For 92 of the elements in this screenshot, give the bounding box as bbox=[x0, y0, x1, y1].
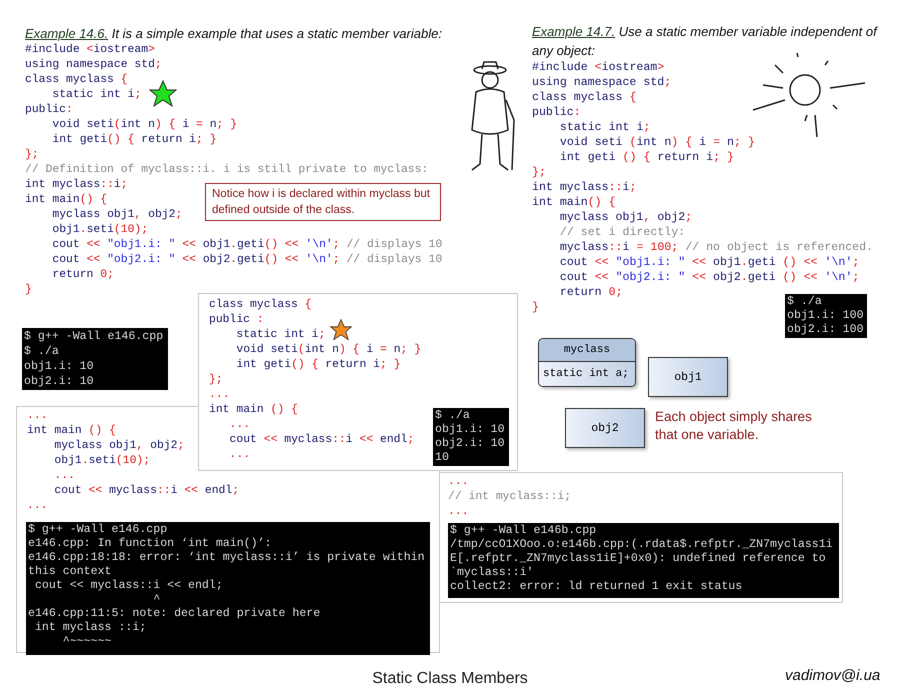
code-line: } bbox=[532, 300, 539, 315]
terminal-line: $ g++ -Wall e146b.cpp bbox=[450, 524, 596, 538]
terminal-line: e146.cpp:18:18: error: ‘int myclass::i’ is private within bbox=[28, 551, 425, 565]
code-line: cout << "obj2.i: " << obj2.geti () << '\n'; bbox=[558, 270, 860, 285]
code-line: return 0; bbox=[51, 268, 114, 283]
terminal-line: `myclass::i' bbox=[450, 566, 534, 580]
code-line: obj1.seti(10); bbox=[53, 454, 150, 469]
code-line: ... bbox=[27, 409, 48, 424]
terminal-line: $ ./a bbox=[787, 295, 822, 309]
terminal-line: obj2.i: 10 bbox=[435, 437, 505, 451]
author-email: vadimov@i.ua bbox=[785, 667, 880, 684]
code-line: cout << myclass::i << endl; bbox=[228, 433, 414, 448]
terminal-line: e146.cpp:11:5: note: declared private here bbox=[28, 607, 320, 621]
code-line: using namespace std; bbox=[532, 75, 672, 90]
code-line: void seti(int n) { i = n; } bbox=[51, 118, 238, 133]
terminal-line: $ g++ -Wall e146.cpp bbox=[28, 523, 168, 537]
code-line: static int i; bbox=[51, 88, 142, 103]
code-line: }; bbox=[25, 148, 39, 163]
code-line: myclass obj1, obj2; bbox=[51, 208, 182, 223]
code-line: int main() { bbox=[25, 193, 108, 208]
code-line: static int i; bbox=[558, 120, 650, 135]
terminal-line: obj1.i: 100 bbox=[787, 309, 864, 323]
star-icon bbox=[329, 318, 353, 342]
code-line: myclass obj1, obj2; bbox=[558, 210, 692, 225]
note-text: Notice how i is declared within myclass but defined outside of the class. bbox=[205, 183, 441, 221]
code-line: int main () { bbox=[209, 403, 298, 418]
code-line: ... bbox=[448, 505, 469, 520]
example-heading: Example 14.6. It is a simple example that uses a static member variable: bbox=[25, 25, 443, 43]
code-line: class myclass { bbox=[25, 73, 128, 88]
code-line: ... bbox=[27, 499, 48, 514]
code-line: ... bbox=[53, 469, 75, 484]
terminal-line: int myclass ::i; bbox=[34, 621, 146, 635]
code-line: public: bbox=[25, 103, 73, 118]
object-box: obj2 bbox=[565, 408, 645, 448]
terminal-line: ^ bbox=[152, 593, 160, 607]
code-line: #include <iostream> bbox=[25, 43, 155, 58]
diagram-caption: Each object simply shares that one variable. bbox=[655, 408, 813, 444]
code-line: }; bbox=[532, 165, 546, 180]
terminal-line: cout << myclass::i << endl; bbox=[34, 579, 223, 593]
code-line: obj1.seti(10); bbox=[51, 223, 148, 238]
class-member: static int a; bbox=[539, 362, 635, 386]
code-line: myclass::i = 100; // no object is referenced. bbox=[558, 240, 874, 255]
star-icon bbox=[148, 79, 178, 109]
code-line: cout << "obj1.i: " << obj1.geti () << '\n'; bbox=[558, 255, 860, 270]
code-line: using namespace std; bbox=[25, 58, 162, 73]
code-line: class myclass { bbox=[532, 90, 636, 105]
terminal-line: /tmp/ccO1XOoo.o:e146b.cpp:(.rdata$.refptr._ZN7myclass1i bbox=[450, 538, 833, 552]
code-line: ... bbox=[209, 388, 230, 403]
code-line: public: bbox=[532, 105, 581, 120]
code-line: int main() { bbox=[532, 195, 616, 210]
code-line: #include <iostream> bbox=[532, 60, 664, 75]
terminal-line: obj2.i: 10 bbox=[24, 374, 94, 389]
terminal-line: E[.refptr._ZN7myclass1iE]+0x0): undefined reference to bbox=[450, 552, 826, 566]
class-name: myclass bbox=[539, 339, 635, 362]
code-line: int myclass::i; bbox=[25, 178, 128, 193]
code-line: // set i directly: bbox=[558, 225, 686, 240]
terminal-line: e146.cpp: In function ‘int main()’: bbox=[28, 537, 272, 551]
code-line: myclass obj1, obj2; bbox=[53, 439, 184, 454]
terminal-line: obj1.i: 10 bbox=[24, 359, 94, 374]
code-line: public : bbox=[209, 313, 264, 328]
code-line: return 0; bbox=[558, 285, 623, 300]
terminal-line: obj1.i: 10 bbox=[435, 423, 505, 437]
code-line: }; bbox=[209, 373, 223, 388]
code-line: int geti() { return i; } bbox=[51, 133, 217, 148]
code-line: cout << "obj1.i: " << obj1.geti() << '\n'; // displays 10 bbox=[51, 238, 442, 253]
terminal-line: $ ./a bbox=[435, 409, 470, 423]
code-line: cout << "obj2.i: " << obj2.geti() << '\n'; // displays 10 bbox=[51, 253, 442, 268]
code-line: ... bbox=[448, 475, 469, 490]
terminal-line: $ g++ -Wall e146.cpp bbox=[24, 329, 164, 344]
code-line: } bbox=[25, 283, 32, 298]
code-line: int geti() { return i; } bbox=[235, 358, 401, 373]
code-line: cout << myclass::i << endl; bbox=[53, 484, 240, 499]
slide-title: Static Class Members bbox=[372, 670, 528, 688]
code-line: static int i; bbox=[235, 328, 326, 343]
terminal-line: $ ./a bbox=[24, 344, 59, 359]
code-line: // int myclass::i; bbox=[448, 490, 572, 505]
code-line: int myclass::i; bbox=[532, 180, 636, 195]
terminal-line: obj2.i: 100 bbox=[787, 323, 864, 337]
code-line: void seti (int n) { i = n; } bbox=[558, 135, 755, 150]
terminal-line: ^~~~~~~ bbox=[62, 635, 112, 649]
terminal-line: 10 bbox=[435, 451, 449, 465]
terminal-line: this context bbox=[28, 565, 112, 579]
terminal-line: collect2: error: ld returned 1 exit status bbox=[450, 580, 742, 594]
code-line: // Definition of myclass::i. i is still private to myclass: bbox=[25, 163, 428, 178]
object-box: obj1 bbox=[648, 357, 728, 397]
code-line: int geti () { return i; } bbox=[558, 150, 734, 165]
code-line: ... bbox=[228, 418, 250, 433]
code-line: int main () { bbox=[27, 424, 116, 439]
code-line: void seti(int n) { i = n; } bbox=[235, 343, 422, 358]
code-line: class myclass { bbox=[209, 298, 312, 313]
code-line: ... bbox=[228, 448, 250, 463]
example-heading: Example 14.7. Use a static member variable independent of any object: bbox=[532, 23, 879, 60]
